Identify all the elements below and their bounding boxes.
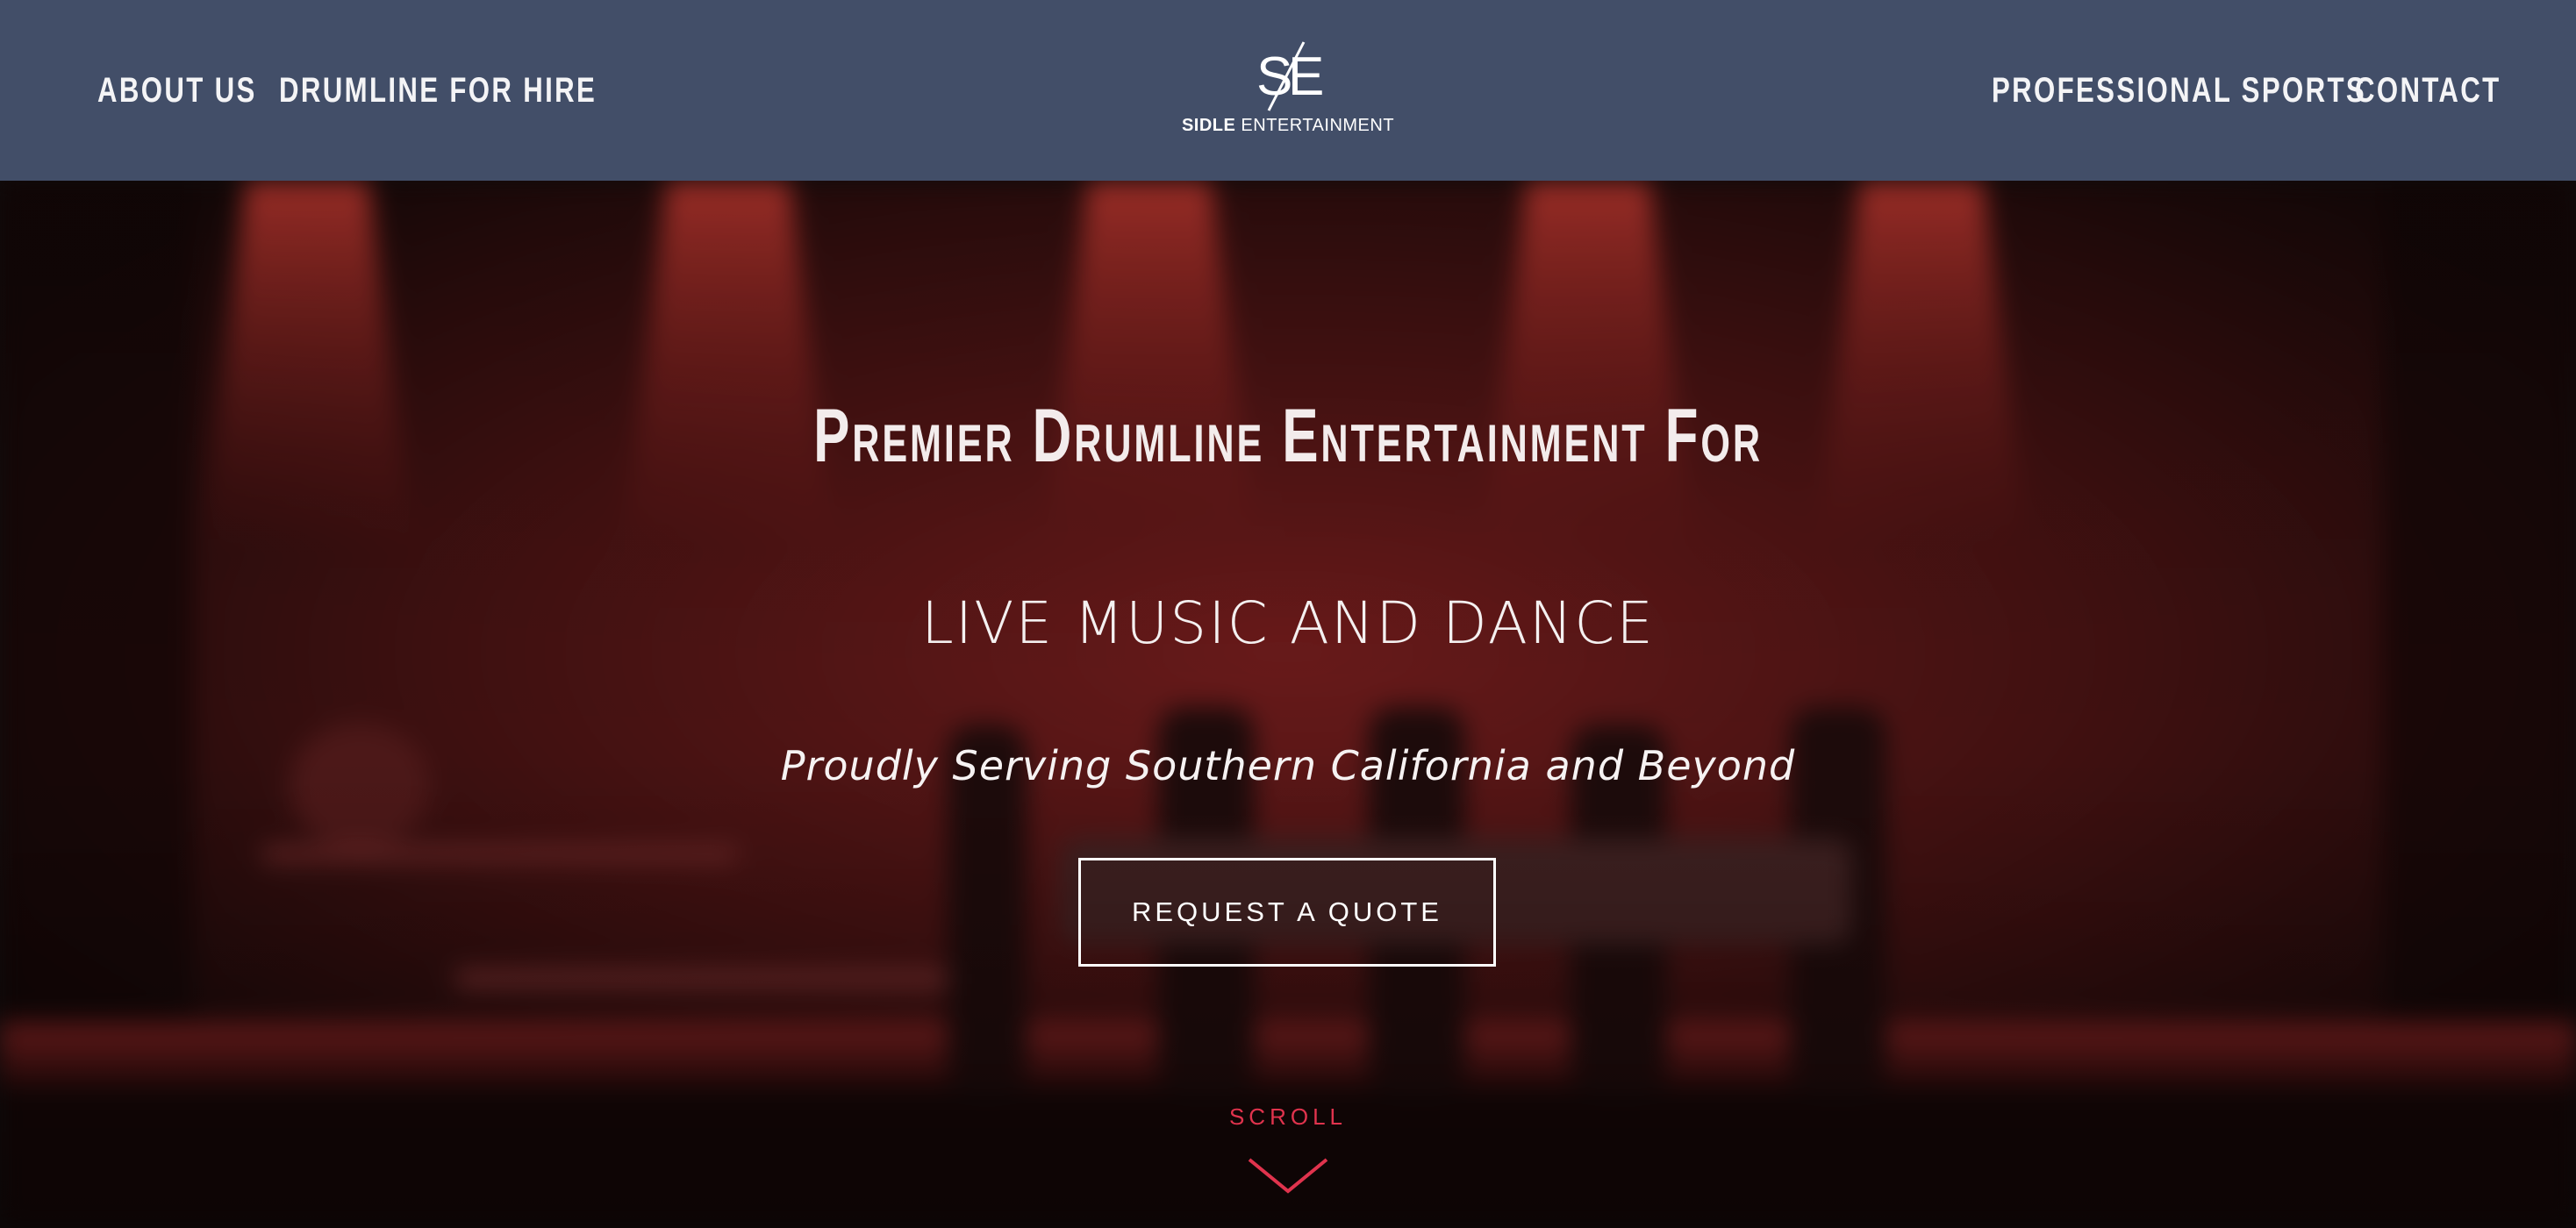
- hero-tagline: Proudly Serving Southern California and …: [780, 742, 1796, 789]
- nav-about-us[interactable]: ABOUT US: [97, 0, 257, 181]
- site-logo[interactable]: S E SIDLE ENTERTAINMENT: [1176, 35, 1400, 149]
- logo-name-bold: SIDLE: [1181, 116, 1236, 135]
- site-header: ABOUT US DRUMLINE FOR HIRE S E SIDLE ENT…: [0, 0, 2576, 181]
- hero-subheadline: LIVE MUSIC AND DANCE: [920, 589, 1656, 657]
- hero-headline: Premier Drumline Entertainment For: [813, 394, 1763, 478]
- nav-professional-sports[interactable]: PROFESSIONAL SPORTS: [1992, 0, 2366, 181]
- logo-monogram-icon: S E: [1256, 41, 1324, 111]
- request-quote-button[interactable]: REQUEST A QUOTE: [1078, 858, 1496, 967]
- hero-overlay: [0, 181, 2576, 1228]
- logo-name-rest: ENTERTAINMENT: [1241, 116, 1395, 135]
- nav-drumline-for-hire[interactable]: DRUMLINE FOR HIRE: [279, 0, 597, 181]
- scroll-label[interactable]: SCROLL: [0, 1103, 2576, 1131]
- hero-section: Premier Drumline Entertainment For LIVE …: [0, 181, 2576, 1228]
- logo-wordmark: SIDLE ENTERTAINMENT: [1176, 116, 1400, 136]
- svg-text:E: E: [1288, 46, 1324, 107]
- nav-contact[interactable]: CONTACT: [2355, 0, 2501, 181]
- chevron-down-icon[interactable]: [1246, 1156, 1330, 1196]
